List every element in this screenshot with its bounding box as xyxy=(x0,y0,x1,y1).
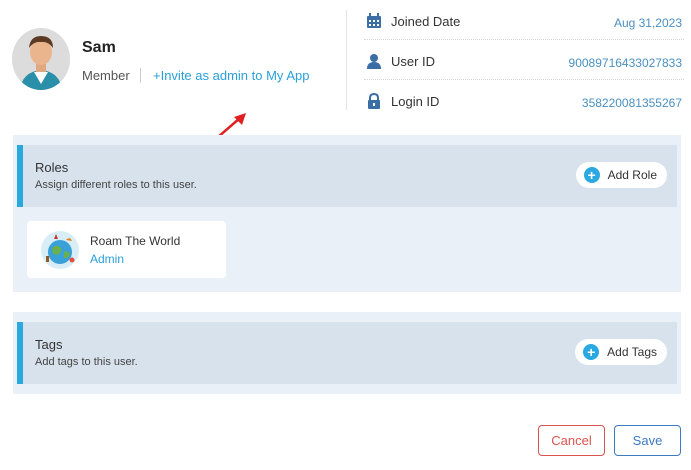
plus-icon: + xyxy=(583,344,600,360)
vertical-divider xyxy=(346,10,347,110)
info-row-login-id: Login ID 358220081355267 xyxy=(364,80,684,120)
cancel-button[interactable]: Cancel xyxy=(538,425,605,456)
add-role-button[interactable]: + Add Role xyxy=(575,162,667,188)
add-tags-button[interactable]: + Add Tags xyxy=(575,339,667,365)
role-name: Admin xyxy=(90,252,125,266)
info-row-joined: Joined Date Aug 31,2023 xyxy=(364,0,684,40)
tags-title: Tags xyxy=(35,337,63,352)
user-id-label: User ID xyxy=(391,54,436,69)
role-app-name: Roam The World xyxy=(90,234,181,248)
user-profile: Sam Member +Invite as admin to My App xyxy=(12,28,342,145)
info-row-user-id: User ID 90089716433027833 xyxy=(364,40,684,80)
roles-header: Roles Assign different roles to this use… xyxy=(17,145,677,207)
globe-app-icon xyxy=(41,231,79,269)
tags-subtitle: Add tags to this user. xyxy=(35,356,138,368)
lock-icon xyxy=(368,93,380,109)
login-id-value: 358220081355267 xyxy=(581,96,682,110)
login-id-label: Login ID xyxy=(391,94,440,109)
save-button[interactable]: Save xyxy=(614,425,681,456)
invite-admin-link[interactable]: +Invite as admin to My App xyxy=(153,68,309,83)
user-id-value: 90089716433027833 xyxy=(568,56,682,70)
calendar-icon xyxy=(367,13,381,28)
divider xyxy=(140,68,141,83)
role-card[interactable]: Roam The World Admin xyxy=(27,221,226,278)
roles-panel: Roles Assign different roles to this use… xyxy=(13,135,681,292)
user-icon xyxy=(367,54,381,69)
add-role-label: Add Role xyxy=(607,168,657,182)
joined-date-label: Joined Date xyxy=(391,14,461,29)
add-tags-label: Add Tags xyxy=(607,345,657,359)
tags-header: Tags Add tags to this user. + Add Tags xyxy=(17,322,677,384)
user-name: Sam xyxy=(82,39,116,56)
tags-panel: Tags Add tags to this user. + Add Tags xyxy=(13,312,681,394)
user-info: Joined Date Aug 31,2023 User ID 90089716… xyxy=(364,0,684,120)
user-role: Member xyxy=(82,68,130,83)
roles-title: Roles xyxy=(35,160,69,175)
plus-icon: + xyxy=(583,167,600,183)
avatar xyxy=(12,28,70,90)
joined-date-value: Aug 31,2023 xyxy=(613,16,682,30)
roles-subtitle: Assign different roles to this user. xyxy=(35,179,197,191)
